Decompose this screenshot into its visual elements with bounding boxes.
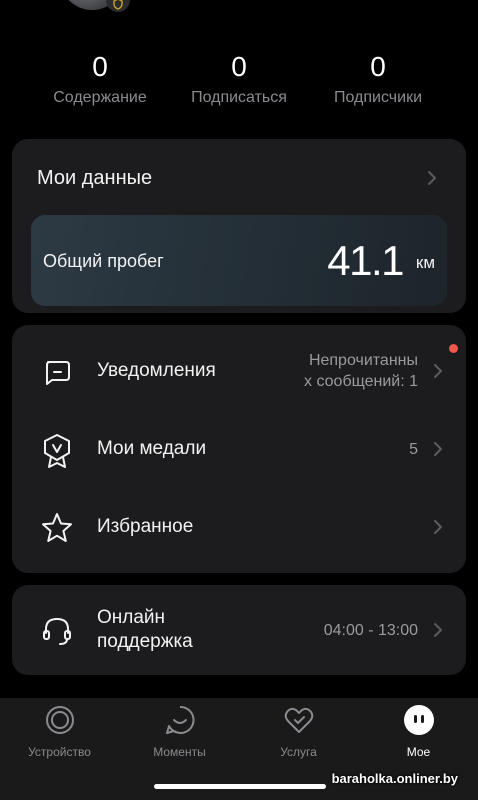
chevron-right-icon: [432, 440, 444, 458]
menu-item-notifications-label: Уведомления: [97, 360, 216, 381]
watermark: baraholka.onliner.by: [331, 771, 458, 786]
stat-following-label: Подписаться: [191, 89, 287, 106]
menu-item-favorites-label: Избранное: [97, 516, 194, 537]
chevron-right-icon: [432, 621, 444, 639]
tab-moments[interactable]: Моменты: [120, 704, 239, 764]
stat-followers-label: Подписчики: [333, 89, 422, 106]
menu-item-favorites[interactable]: Избранное: [12, 489, 466, 565]
online-support-line1: Онлайн: [97, 607, 166, 628]
profile-stats: 0 Содержание 0 Подписаться 0 Подписчики: [0, 50, 478, 110]
menu-card: Уведомления Непрочитанны х сообщений: 1 …: [12, 325, 466, 573]
message-icon: [40, 355, 74, 389]
medal-icon: [40, 433, 74, 468]
chevron-right-icon: [432, 518, 444, 536]
tab-service-label: Услуга: [280, 745, 317, 759]
menu-item-medals[interactable]: Мои медали 5: [12, 411, 466, 487]
chevron-right-icon[interactable]: [426, 169, 438, 187]
tab-device[interactable]: Устройство: [0, 704, 119, 764]
tab-service[interactable]: Услуга: [239, 704, 358, 764]
menu-item-notifications[interactable]: Уведомления Непрочитанны х сообщений: 1: [12, 333, 466, 409]
medals-count: 5: [409, 441, 418, 458]
unread-messages-line1: Непрочитанны: [308, 352, 418, 369]
verified-badge-icon: [106, 0, 130, 12]
total-mileage-unit: км: [415, 253, 435, 272]
stat-content-label: Содержание: [53, 89, 147, 106]
stat-following[interactable]: 0 Подписаться: [164, 50, 314, 108]
headset-icon: [40, 614, 74, 648]
my-data-card: Мои данные Общий пробег 41.1 км: [12, 139, 466, 313]
tab-moments-label: Моменты: [153, 745, 206, 759]
menu-item-medals-label: Мои медали: [97, 438, 207, 459]
stat-content-count: 0: [92, 51, 108, 82]
star-icon: [40, 511, 74, 545]
tab-mine[interactable]: Мое: [359, 704, 478, 764]
support-hours: 04:00 - 13:00: [323, 622, 418, 639]
device-icon: [44, 704, 76, 736]
stat-followers-count: 0: [370, 51, 386, 82]
unread-messages-line2: х сообщений: 1: [304, 373, 418, 390]
my-data-title[interactable]: Мои данные: [37, 165, 152, 191]
home-indicator[interactable]: [154, 784, 326, 789]
chevron-right-icon: [432, 362, 444, 380]
online-support-line2: поддержка: [97, 631, 193, 652]
unread-messages-value: Непрочитанны х сообщений: 1: [304, 350, 418, 392]
online-support-label: Онлайн поддержка: [97, 606, 193, 654]
heart-icon: [283, 704, 315, 736]
moments-icon: [164, 704, 196, 736]
profile-face-icon: [403, 704, 435, 736]
total-mileage-label: Общий пробег: [43, 251, 164, 271]
stat-following-count: 0: [231, 51, 247, 82]
menu-item-online-support[interactable]: Онлайн поддержка 04:00 - 13:00: [12, 592, 466, 668]
tab-mine-label: Мое: [406, 745, 431, 759]
online-support-card[interactable]: Онлайн поддержка 04:00 - 13:00: [12, 585, 466, 675]
total-mileage-panel[interactable]: Общий пробег 41.1 км: [31, 215, 447, 306]
stat-followers[interactable]: 0 Подписчики: [303, 50, 453, 108]
total-mileage-value: 41.1: [327, 237, 404, 284]
tab-device-label: Устройство: [28, 745, 91, 759]
stat-content[interactable]: 0 Содержание: [25, 50, 175, 108]
